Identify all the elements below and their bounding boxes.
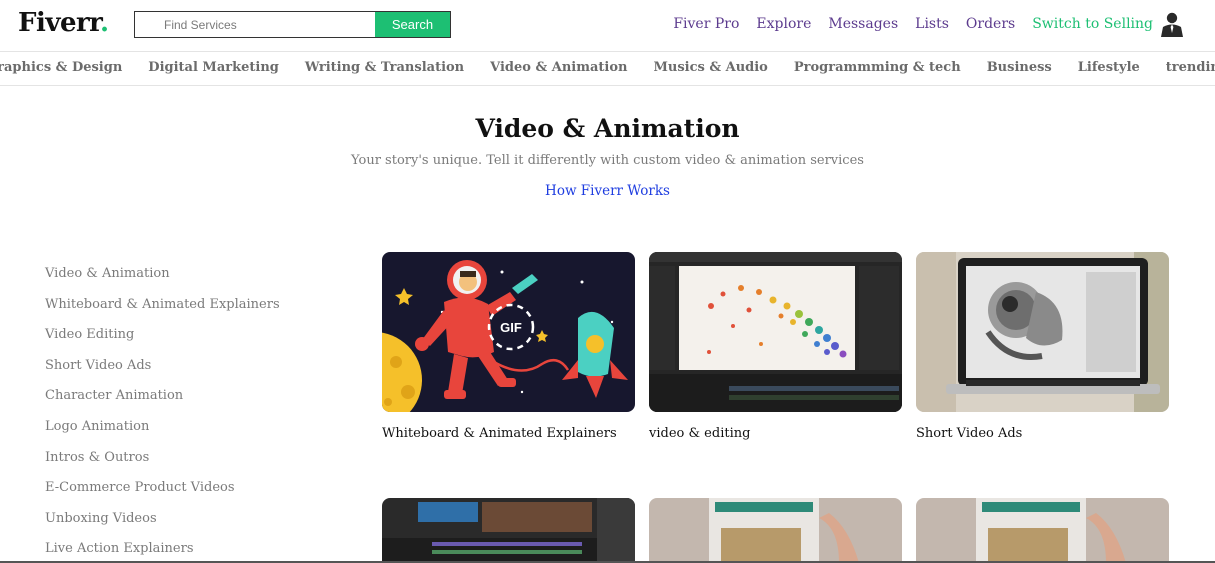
sidebar-item-short-video-ads[interactable]: Short Video Ads bbox=[45, 356, 280, 387]
service-card[interactable] bbox=[916, 498, 1169, 563]
page-title: Video & Animation bbox=[475, 114, 740, 143]
category-digital-marketing[interactable]: Digital Marketing bbox=[135, 52, 292, 85]
top-header: Fiverr. Search Fiver Pro Explore Message… bbox=[0, 0, 1215, 52]
nav-fiverr-pro[interactable]: Fiver Pro bbox=[673, 16, 739, 32]
category-lifestyle[interactable]: Lifestyle bbox=[1065, 52, 1153, 85]
card-image-laptop bbox=[916, 252, 1169, 412]
category-graphics-design[interactable]: Graphics & Design bbox=[0, 52, 135, 85]
category-trending[interactable]: trending bbox=[1153, 52, 1215, 85]
logo-text: Fiverr bbox=[18, 8, 101, 38]
top-nav: Fiver Pro Explore Messages Lists Orders … bbox=[656, 16, 1153, 32]
fiverr-logo[interactable]: Fiverr. bbox=[18, 8, 109, 38]
sidebar-item-logo-animation[interactable]: Logo Animation bbox=[45, 417, 280, 448]
page-subtitle: Your story's unique. Tell it differently… bbox=[351, 153, 864, 168]
how-fiverr-works-link[interactable]: How Fiverr Works bbox=[545, 183, 670, 199]
category-video-animation[interactable]: Video & Animation bbox=[477, 52, 640, 85]
nav-orders[interactable]: Orders bbox=[966, 16, 1015, 32]
category-programming-tech[interactable]: Programmming & tech bbox=[781, 52, 974, 85]
category-business[interactable]: Business bbox=[974, 52, 1065, 85]
service-card[interactable]: GIF Whiteboard & Animated Explainers bbox=[382, 252, 635, 441]
card-image-phone bbox=[649, 498, 902, 563]
sidebar-item-video-editing[interactable]: Video Editing bbox=[45, 325, 280, 356]
search-button[interactable]: Search bbox=[375, 12, 450, 37]
nav-lists[interactable]: Lists bbox=[915, 16, 949, 32]
search-bar: Search bbox=[134, 11, 451, 38]
service-card[interactable] bbox=[649, 498, 902, 563]
sidebar-item-character-animation[interactable]: Character Animation bbox=[45, 386, 280, 417]
card-image-video-editing bbox=[649, 252, 902, 412]
user-avatar-icon[interactable] bbox=[1159, 11, 1185, 37]
card-title: Short Video Ads bbox=[916, 426, 1023, 441]
category-music-audio[interactable]: Musics & Audio bbox=[640, 52, 780, 85]
gif-badge-text: GIF bbox=[500, 320, 522, 335]
category-writing-translation[interactable]: Writing & Translation bbox=[292, 52, 477, 85]
card-image-astronaut: GIF bbox=[382, 252, 635, 412]
service-card[interactable]: video & editing bbox=[649, 252, 902, 441]
sidebar-item-video-animation[interactable]: Video & Animation bbox=[45, 264, 280, 295]
category-nav: Graphics & Design Digital Marketing Writ… bbox=[0, 52, 1215, 86]
service-card[interactable] bbox=[382, 498, 635, 563]
logo-dot: . bbox=[100, 8, 109, 38]
nav-switch-to-selling[interactable]: Switch to Selling bbox=[1032, 16, 1153, 32]
subcategory-sidebar: Video & Animation Whiteboard & Animated … bbox=[45, 264, 280, 563]
card-image-phone bbox=[916, 498, 1169, 563]
search-input[interactable] bbox=[135, 12, 375, 37]
sidebar-item-whiteboard-explainers[interactable]: Whiteboard & Animated Explainers bbox=[45, 295, 280, 326]
service-card[interactable]: Short Video Ads bbox=[916, 252, 1169, 441]
card-title: video & editing bbox=[649, 426, 751, 441]
sidebar-item-live-action-explainers[interactable]: Live Action Explainers bbox=[45, 539, 280, 563]
hero-section: Video & Animation Your story's unique. T… bbox=[0, 114, 1215, 199]
card-image-editing-timeline bbox=[382, 498, 635, 563]
sidebar-item-ecommerce-videos[interactable]: E-Commerce Product Videos bbox=[45, 478, 280, 509]
nav-explore[interactable]: Explore bbox=[756, 16, 811, 32]
sidebar-item-unboxing-videos[interactable]: Unboxing Videos bbox=[45, 509, 280, 540]
card-title: Whiteboard & Animated Explainers bbox=[382, 426, 617, 441]
nav-messages[interactable]: Messages bbox=[828, 16, 898, 32]
sidebar-item-intros-outros[interactable]: Intros & Outros bbox=[45, 448, 280, 479]
